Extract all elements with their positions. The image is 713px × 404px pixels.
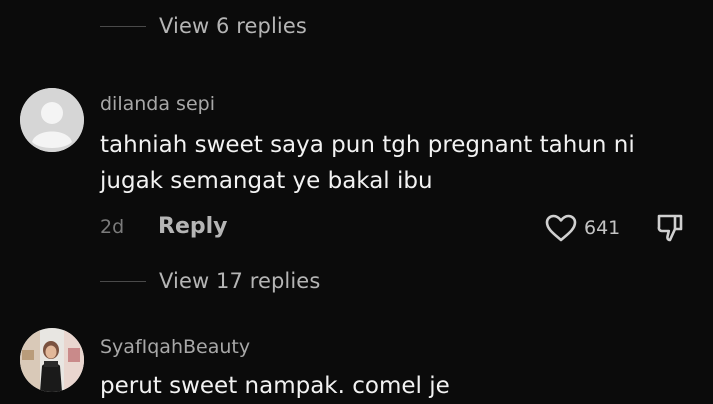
comment-text: perut sweet nampak. comel je (100, 373, 450, 399)
thumbs-down-icon (657, 214, 683, 242)
avatar[interactable] (20, 88, 84, 152)
comment-text-line: jugak semangat ye bakal ibu (100, 168, 433, 194)
user-photo-avatar (20, 328, 84, 392)
replies-divider (100, 280, 146, 282)
view-replies-toggle[interactable]: View 6 replies (100, 14, 307, 38)
comment-username[interactable]: dilanda sepi (100, 93, 215, 115)
dislike-button[interactable] (654, 212, 686, 248)
view-replies-label: View 6 replies (159, 14, 307, 38)
replies-divider (100, 25, 146, 27)
like-button[interactable]: 641 (544, 213, 620, 243)
avatar[interactable] (20, 328, 84, 392)
comment-text-line: tahniah sweet saya pun tgh pregnant tahu… (100, 132, 635, 158)
view-replies-label: View 17 replies (159, 269, 321, 293)
like-count: 641 (584, 217, 621, 239)
comment-meta: 2d Reply (100, 214, 228, 239)
comment-username[interactable]: SyafIqahBeauty (100, 336, 250, 358)
default-avatar-icon (20, 88, 84, 152)
reply-button[interactable]: Reply (158, 214, 228, 239)
heart-outline-icon (545, 214, 577, 242)
view-replies-toggle[interactable]: View 17 replies (100, 269, 320, 293)
comment-timestamp: 2d (100, 215, 125, 238)
comment-text: tahniah sweet saya pun tgh pregnant tahu… (100, 127, 700, 199)
